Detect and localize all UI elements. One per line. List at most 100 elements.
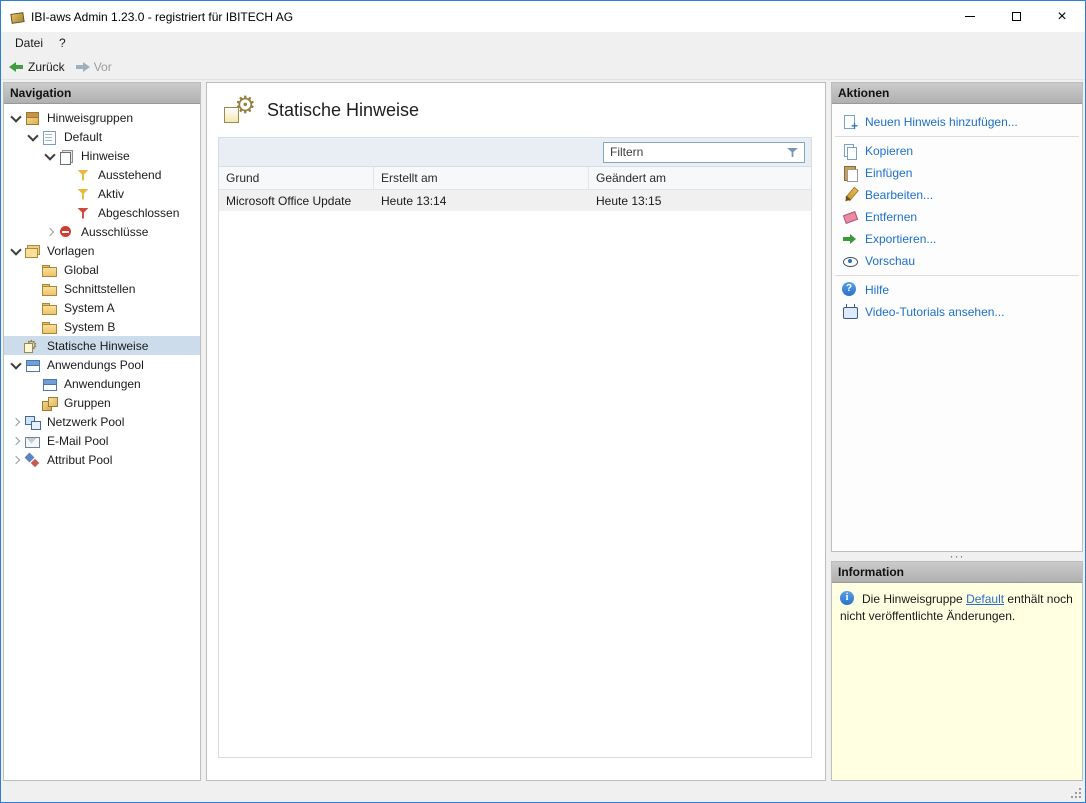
chevron-down-icon[interactable] [8,357,24,373]
filter-funnel-button[interactable] [782,143,804,162]
information-header: Information [832,562,1082,583]
navigation-panel: Navigation HinweisgruppenDefault Hinweise… [3,82,201,781]
email-pool-icon [24,433,40,449]
menu-help[interactable]: ? [51,34,74,52]
notices-list-control: GrundErstellt amGeändert am Microsoft Of… [218,137,812,758]
expander-spacer [25,262,41,278]
chevron-down-icon[interactable] [25,129,41,145]
expander-spacer [8,338,24,354]
chevron-down-icon[interactable] [8,110,24,126]
tree-item-e-mail-pool[interactable]: E-Mail Pool [4,431,200,450]
tree-item-netzwerk-pool[interactable]: Netzwerk Pool [4,412,200,431]
action-kopieren[interactable]: Kopieren [832,140,1082,162]
preview-icon [842,253,858,269]
minimize-icon [965,16,975,17]
filter-input[interactable] [604,143,782,162]
main-panel: Statische Hinweise GrundErstellt amGeänd… [206,82,826,781]
resize-grip[interactable] [1068,785,1082,799]
paste-icon [842,165,858,181]
action-bearbeiten[interactable]: Bearbeiten... [832,184,1082,206]
column-header-ge-ndert-am[interactable]: Geändert am [589,167,811,189]
static-notices-icon [223,95,255,125]
action-neuen-hinweis-hinzuf-gen[interactable]: Neuen Hinweis hinzufügen... [832,111,1082,133]
notice-groups-icon [24,110,40,126]
chevron-right-icon[interactable] [8,452,24,468]
statusbar [1,783,1085,802]
column-header-erstellt-am[interactable]: Erstellt am [374,167,589,189]
table-body: Microsoft Office UpdateHeute 13:14Heute … [219,190,811,757]
chevron-down-icon[interactable] [42,148,58,164]
info-text-before: Die Hinweisgruppe [862,592,966,606]
tree-item-label: Anwendungs Pool [45,357,146,373]
maximize-button[interactable] [993,1,1039,32]
close-button[interactable]: × [1039,1,1085,32]
back-button[interactable]: Zurück [5,57,71,77]
tree-item-abgeschlossen[interactable]: Abgeschlossen [4,203,200,222]
tree-item-system-a[interactable]: System A [4,298,200,317]
expander-spacer [25,376,41,392]
separator [835,275,1079,276]
network-pool-icon [24,414,40,430]
tree-item-label: System A [62,300,117,316]
action-label: Bearbeiten... [865,188,933,202]
tree-item-label: Gruppen [62,395,113,411]
tree-item-attribut-pool[interactable]: Attribut Pool [4,450,200,469]
titlebar: IBI-aws Admin 1.23.0 - registriert für I… [1,1,1085,32]
app-pool-icon [24,357,40,373]
action-label: Vorschau [865,254,915,268]
tree-item-ausschl-sse[interactable]: Ausschlüsse [4,222,200,241]
tree-item-label: Hinweise [79,148,132,164]
action-hilfe[interactable]: Hilfe [832,279,1082,301]
action-vorschau[interactable]: Vorschau [832,250,1082,272]
information-text: Die Hinweisgruppe Default enthält noch n… [840,592,1073,623]
chevron-right-icon[interactable] [8,433,24,449]
help-icon [842,282,858,298]
tree-item-system-b[interactable]: System B [4,317,200,336]
navigation-header: Navigation [4,83,200,104]
action-exportieren[interactable]: Exportieren... [832,228,1082,250]
action-video-tutorials-ansehen[interactable]: Video-Tutorials ansehen... [832,301,1082,323]
tree-item-global[interactable]: Global [4,260,200,279]
column-header-grund[interactable]: Grund [219,167,374,189]
tree-item-anwendungen[interactable]: Anwendungen [4,374,200,393]
minimize-button[interactable] [947,1,993,32]
tree-item-anwendungs-pool[interactable]: Anwendungs Pool [4,355,200,374]
filter-yellow-icon [75,167,91,183]
tree-item-vorlagen[interactable]: Vorlagen [4,241,200,260]
add-notice-icon [842,114,858,130]
tree-item-label: Ausschlüsse [79,224,150,240]
information-panel: Information Die Hinweisgruppe Default en… [831,561,1083,781]
tree-item-default[interactable]: Default [4,127,200,146]
actions-list: Neuen Hinweis hinzufügen... KopierenEinfü… [832,104,1082,551]
tree-item-statische-hinweise[interactable]: Statische Hinweise [4,336,200,355]
tree-item-aktiv[interactable]: Aktiv [4,184,200,203]
tree-item-hinweisgruppen[interactable]: Hinweisgruppen [4,108,200,127]
workspace: Navigation HinweisgruppenDefaultHinweise… [1,80,1085,783]
action-label: Entfernen [865,210,917,224]
chevron-right-icon[interactable] [8,414,24,430]
toolbar: Zurück Vor [1,54,1085,80]
chevron-down-icon[interactable] [8,243,24,259]
forward-button[interactable]: Vor [71,57,118,77]
menu-datei[interactable]: Datei [7,34,51,52]
default-link[interactable]: Default [966,592,1004,606]
notice-group-icon [41,129,57,145]
menubar: Datei ? [1,32,1085,54]
tree-item-hinweise[interactable]: Hinweise [4,146,200,165]
tree-item-gruppen[interactable]: Gruppen [4,393,200,412]
expander-spacer [59,167,75,183]
table-row[interactable]: Microsoft Office UpdateHeute 13:14Heute … [219,190,811,211]
tree-item-schnittstellen[interactable]: Schnittstellen [4,279,200,298]
app-window: IBI-aws Admin 1.23.0 - registriert für I… [0,0,1086,803]
chevron-right-icon[interactable] [42,224,58,240]
filter-box [603,142,805,163]
splitter-grip-icon: ··· [950,554,965,559]
panel-splitter[interactable]: ··· [831,552,1083,561]
action-einf-gen[interactable]: Einfügen [832,162,1082,184]
action-label: Hilfe [865,283,889,297]
window-title: IBI-aws Admin 1.23.0 - registriert für I… [31,10,293,24]
tree-item-label: Hinweisgruppen [45,110,135,126]
action-entfernen[interactable]: Entfernen [832,206,1082,228]
tree-item-ausstehend[interactable]: Ausstehend [4,165,200,184]
applications-icon [41,376,57,392]
